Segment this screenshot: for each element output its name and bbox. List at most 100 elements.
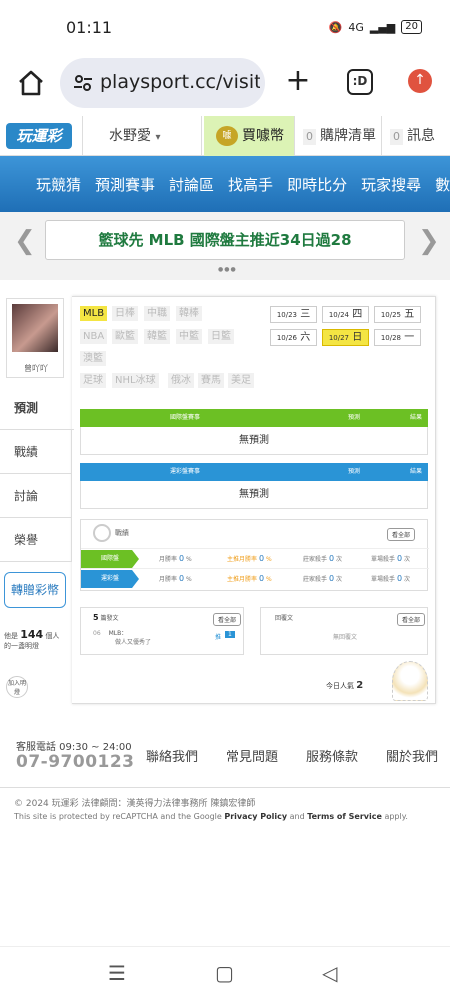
date-1026[interactable]: 10/26 六	[270, 329, 317, 346]
buy-coin-button[interactable]: 噱 買噱幣	[204, 116, 294, 156]
date-1025[interactable]: 10/25 五	[374, 306, 421, 323]
league-kbo[interactable]: 韓棒	[176, 306, 202, 321]
tw-table-empty: 無預測	[80, 481, 428, 509]
date-1027[interactable]: 10/27 日	[322, 329, 369, 346]
nav-item-player-search[interactable]: 玩家搜尋	[361, 174, 421, 195]
league-nfl[interactable]: 美足	[228, 373, 254, 388]
tw-table-header: 運彩盤賽事 預測 結果	[80, 463, 428, 481]
league-mlb[interactable]: MLB	[80, 306, 108, 321]
address-bar[interactable]: playsport.cc/visit	[60, 58, 265, 108]
status-icons: 🔕 4G ▂▄▆ 20	[329, 20, 422, 34]
league-cpbl[interactable]: 中職	[144, 306, 170, 321]
date-1024[interactable]: 10/24 四	[322, 306, 369, 323]
record-row-tw: 運彩盤 月勝率 0 % 主推月勝率 0 % 莊家殺手 0 次 單場殺手 0 次	[81, 568, 429, 588]
tab-predict[interactable]: 預測	[0, 386, 74, 430]
cart-button[interactable]: 0 購牌清單	[294, 116, 382, 156]
link-contact[interactable]: 聯絡我們	[146, 746, 198, 765]
carousel-dots: ●●●	[218, 266, 237, 273]
username: 水野愛	[109, 128, 151, 144]
mute-icon: 🔕	[328, 20, 343, 34]
tab-record[interactable]: 戰績	[0, 430, 72, 474]
league-nba[interactable]: NBA	[80, 329, 108, 344]
date-1023[interactable]: 10/23 三	[270, 306, 317, 323]
hotline-label: 客服電話 09:30 ~ 24:00	[16, 742, 132, 753]
prediction-panel: MLB 日棒 中職 韓棒 NBA 歐籃 韓籃 中籃 日籃 澳籃 足球 NHL冰球…	[72, 296, 436, 704]
signal-label: 4G	[348, 20, 364, 34]
ticker-text[interactable]: 籃球先 MLB 國際盤主推近34日過28	[45, 220, 405, 260]
visitor-count: 今日人氣 2	[326, 680, 364, 691]
cart-label: 購牌清單	[320, 128, 376, 144]
chevron-right-icon[interactable]: ❯	[418, 226, 440, 256]
nav-item-guess[interactable]: 玩競猜	[36, 174, 81, 195]
transfer-coin-button[interactable]: 轉贈彩幣	[4, 572, 66, 608]
avatar[interactable]	[12, 304, 58, 352]
nav-item-forum[interactable]: 討論區	[169, 174, 214, 195]
target-icon	[93, 524, 111, 542]
buy-coin-label: 買噱幣	[242, 128, 284, 144]
url-text: playsport.cc/visit	[100, 71, 260, 93]
league-kbl[interactable]: 韓籃	[144, 329, 170, 344]
clock: 01:11	[66, 18, 113, 37]
site-settings-icon[interactable]	[72, 72, 94, 94]
intl-table-header: 國際盤賽事 預測 結果	[80, 409, 428, 427]
follow-button[interactable]: 加入明燈	[6, 676, 28, 698]
league-horse-racing[interactable]: 賽馬	[198, 373, 224, 388]
home-icon[interactable]	[16, 68, 46, 98]
nav-item-livescore[interactable]: 即時比分	[287, 174, 347, 195]
news-ticker: ❮ 籃球先 MLB 國際盤主推近34日過28 ❯ ●●●	[0, 212, 450, 280]
nav-item-predict[interactable]: 預測賽事	[95, 174, 155, 195]
league-euro-basketball[interactable]: 歐籃	[112, 329, 138, 344]
date-1028[interactable]: 10/28 一	[374, 329, 421, 346]
mascot-image	[392, 661, 428, 701]
messages-label: 訊息	[407, 128, 435, 144]
league-cba[interactable]: 中籃	[176, 329, 202, 344]
league-khl[interactable]: 俄冰	[168, 373, 194, 388]
site-footer: 客服電話 09:30 ~ 24:00 07-9700123 聯絡我們 常見問題 …	[0, 710, 450, 940]
copyright: © 2024 玩運彩 法律顧問：漢英得力法律事務所 陳鎮宏律師	[14, 799, 256, 809]
hotline-number[interactable]: 07-9700123	[16, 752, 135, 772]
league-npb[interactable]: 日棒	[112, 306, 138, 321]
league-soccer[interactable]: 足球	[80, 373, 106, 388]
nav-item-data[interactable]: 數據	[435, 174, 450, 195]
link-terms[interactable]: 服務條款	[306, 746, 358, 765]
league-nhl[interactable]: NHL冰球	[112, 373, 159, 388]
league-jpn-basketball[interactable]: 日籃	[208, 329, 234, 344]
browser-toolbar: playsport.cc/visit + :D ↑	[0, 56, 450, 112]
battery-icon: 20	[401, 20, 422, 34]
home-square-icon[interactable]: ▢	[215, 961, 234, 985]
record-title: 戰績	[115, 529, 129, 537]
user-menu[interactable]: 水野愛 ▾	[82, 116, 202, 156]
update-icon[interactable]: ↑	[408, 69, 432, 93]
profile-name: 曾吖吖	[24, 364, 48, 373]
terms-link[interactable]: Terms of Service	[307, 812, 382, 821]
tab-switcher-button[interactable]: :D	[347, 69, 373, 95]
posts-see-all-button[interactable]: 看全部	[213, 613, 242, 626]
link-about[interactable]: 關於我們	[386, 746, 438, 765]
replies-see-all-button[interactable]: 看全部	[397, 613, 426, 626]
tab-discussion[interactable]: 討論	[0, 474, 72, 518]
menu-icon[interactable]: ☰	[108, 961, 126, 985]
site-logo[interactable]: 玩運彩	[6, 123, 72, 149]
back-icon[interactable]: ◁	[322, 961, 337, 985]
messages-button[interactable]: 0 訊息	[382, 116, 450, 156]
chevron-down-icon: ▾	[155, 132, 161, 143]
record-see-all-button[interactable]: 看全部	[387, 528, 416, 541]
chevron-left-icon[interactable]: ❮	[14, 226, 36, 256]
new-tab-button[interactable]: +	[283, 64, 313, 98]
cart-count: 0	[303, 129, 316, 145]
nav-item-experts[interactable]: 找高手	[228, 174, 273, 195]
profile-content: 曾吖吖 預測 戰績 討論 榮譽 轉贈彩幣 他是 144 個人的一盞明燈 加入明燈…	[0, 290, 450, 710]
tab-honors[interactable]: 榮譽	[0, 518, 72, 562]
signal-icon: ▂▄▆	[369, 20, 396, 34]
league-aus-basketball[interactable]: 澳籃	[80, 351, 106, 366]
system-nav-bar: ☰ ▢ ◁	[0, 946, 450, 1000]
replies-box: 回覆文 看全部 無回覆文	[260, 607, 428, 655]
intl-table-empty: 無預測	[80, 427, 428, 455]
main-nav: 玩競猜 預測賽事 討論區 找高手 即時比分 玩家搜尋 數據	[0, 156, 450, 212]
link-faq[interactable]: 常見問題	[226, 746, 278, 765]
post-item[interactable]: 06 MLB： 做人又優秀了 推 1	[93, 628, 241, 646]
fans-count: 他是 144 個人的一盞明燈	[4, 628, 60, 650]
record-summary: 戰績 看全部 國際盤 月勝率 0 % 主推月勝率 0 % 莊家殺手 0 次 單場…	[80, 519, 429, 591]
privacy-link[interactable]: Privacy Policy	[224, 812, 287, 821]
record-row-intl: 國際盤 月勝率 0 % 主推月勝率 0 % 莊家殺手 0 次 單場殺手 0 次	[81, 548, 429, 568]
